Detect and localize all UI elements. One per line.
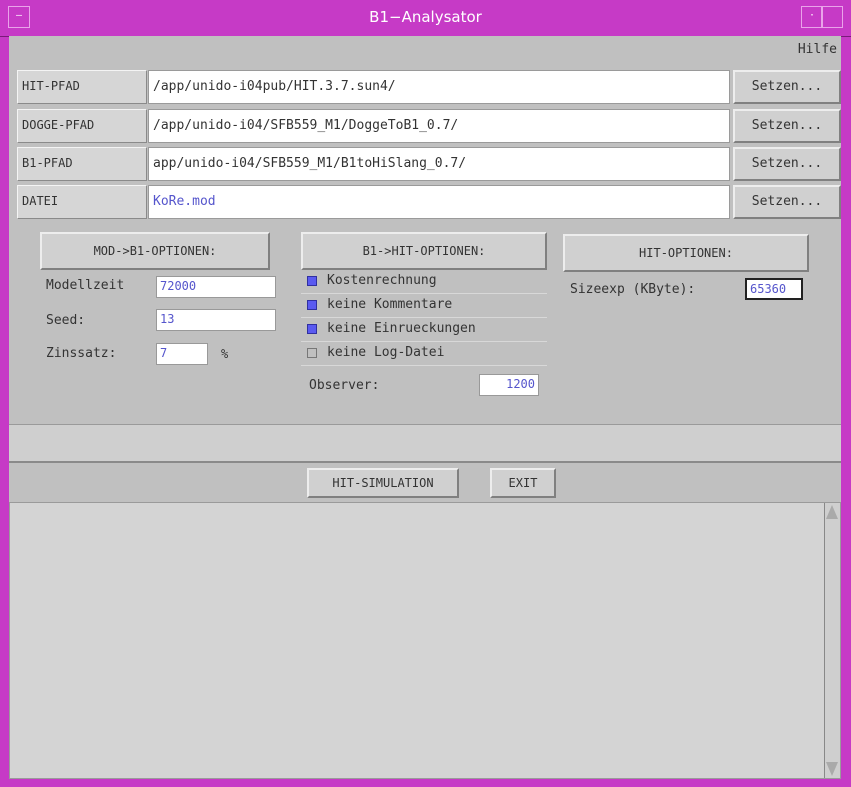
b1-path-input[interactable]: app/unido-i04/SFB559_M1/B1toHiSlang_0.7/ bbox=[148, 147, 730, 181]
sizeexp-label: Sizeexp (KByte): bbox=[570, 282, 696, 297]
hit-path-input[interactable]: /app/unido-i04pub/HIT.3.7.sun4/ bbox=[148, 70, 730, 104]
main-content: Hilfe HIT-PFAD /app/unido-i04pub/HIT.3.7… bbox=[9, 36, 841, 779]
zinssatz-input[interactable]: 7 bbox=[156, 343, 208, 365]
window-frame-left bbox=[0, 0, 9, 787]
hit-options-button[interactable]: HIT-OPTIONEN: bbox=[563, 234, 809, 272]
set-dogge-path-button[interactable]: Setzen... bbox=[733, 109, 841, 143]
checkbox-label: keine Log-Datei bbox=[327, 345, 445, 360]
set-hit-path-button[interactable]: Setzen... bbox=[733, 70, 841, 104]
path-row-hit: HIT-PFAD /app/unido-i04pub/HIT.3.7.sun4/… bbox=[17, 70, 841, 104]
percent-unit: % bbox=[221, 347, 229, 361]
scroll-down-icon[interactable] bbox=[826, 762, 838, 776]
output-text-area[interactable] bbox=[9, 502, 841, 779]
checkbox-checked-icon[interactable] bbox=[307, 276, 317, 286]
checkbox-label: keine Einrueckungen bbox=[327, 321, 476, 336]
dogge-path-input[interactable]: /app/unido-i04/SFB559_M1/DoggeToB1_0.7/ bbox=[148, 109, 730, 143]
menu-help[interactable]: Hilfe bbox=[798, 42, 837, 57]
observer-label: Observer: bbox=[309, 378, 380, 393]
path-label: B1-PFAD bbox=[17, 147, 147, 181]
exit-button[interactable]: EXIT bbox=[490, 468, 556, 498]
title-bar[interactable]: — B1−Analysator · bbox=[0, 0, 851, 37]
checkbox-row[interactable]: keine Log-Datei bbox=[301, 342, 547, 366]
set-datei-button[interactable]: Setzen... bbox=[733, 185, 841, 219]
status-bar bbox=[9, 424, 841, 462]
checkbox-checked-icon[interactable] bbox=[307, 300, 317, 310]
checkbox-label: Kostenrechnung bbox=[327, 273, 437, 288]
window-frame-bottom bbox=[0, 779, 851, 787]
checkbox-row[interactable]: keine Einrueckungen bbox=[301, 318, 547, 342]
modellzeit-label: Modellzeit bbox=[46, 278, 125, 293]
window-frame-right bbox=[841, 0, 851, 787]
mod-b1-options-button[interactable]: MOD->B1-OPTIONEN: bbox=[40, 232, 270, 270]
checkbox-unchecked-icon[interactable] bbox=[307, 348, 317, 358]
checkbox-checked-icon[interactable] bbox=[307, 324, 317, 334]
vertical-scrollbar[interactable] bbox=[824, 503, 840, 778]
seed-input[interactable]: 13 bbox=[156, 309, 276, 331]
set-b1-path-button[interactable]: Setzen... bbox=[733, 147, 841, 181]
seed-label: Seed: bbox=[46, 313, 86, 328]
path-label: HIT-PFAD bbox=[17, 70, 147, 104]
datei-input[interactable]: KoRe.mod bbox=[148, 185, 730, 219]
minimize-icon[interactable]: · bbox=[801, 6, 823, 28]
window-title: B1−Analysator bbox=[369, 8, 482, 26]
sizeexp-input[interactable]: 65360 bbox=[745, 278, 803, 300]
path-row-dogge: DOGGE-PFAD /app/unido-i04/SFB559_M1/Dogg… bbox=[17, 109, 841, 143]
divider bbox=[9, 461, 841, 463]
path-row-datei: DATEI KoRe.mod Setzen... bbox=[17, 185, 841, 219]
zinssatz-label: Zinssatz: bbox=[46, 346, 117, 361]
checkbox-label: keine Kommentare bbox=[327, 297, 453, 312]
path-label: DOGGE-PFAD bbox=[17, 109, 147, 143]
observer-input[interactable]: 1200 bbox=[479, 374, 539, 396]
checkbox-row[interactable]: Kostenrechnung bbox=[301, 270, 547, 294]
hit-simulation-button[interactable]: HIT-SIMULATION bbox=[307, 468, 459, 498]
maximize-icon[interactable] bbox=[821, 6, 843, 28]
menu-bar: Hilfe bbox=[9, 36, 841, 64]
path-row-b1: B1-PFAD app/unido-i04/SFB559_M1/B1toHiSl… bbox=[17, 147, 841, 181]
checkbox-row[interactable]: keine Kommentare bbox=[301, 294, 547, 318]
path-label: DATEI bbox=[17, 185, 147, 219]
b1-hit-options-button[interactable]: B1->HIT-OPTIONEN: bbox=[301, 232, 547, 270]
scroll-up-icon[interactable] bbox=[826, 505, 838, 519]
modellzeit-input[interactable]: 72000 bbox=[156, 276, 276, 298]
